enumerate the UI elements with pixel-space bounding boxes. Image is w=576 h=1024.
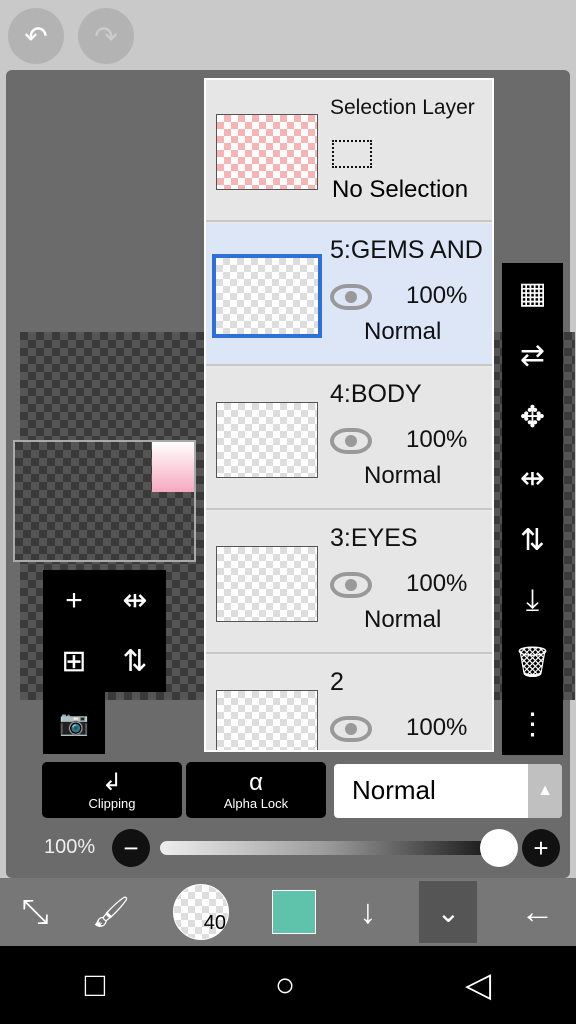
opacity-decrease-button[interactable]: −: [112, 829, 150, 867]
eye-icon[interactable]: [330, 572, 372, 598]
layer-row[interactable]: 2 100%: [206, 656, 492, 750]
layer-name: Selection Layer: [330, 96, 475, 119]
clipping-label: Clipping: [88, 795, 136, 811]
clipping-button[interactable]: ↲ Clipping: [42, 762, 182, 818]
brush-size-button[interactable]: 40: [173, 884, 230, 940]
flip-vertical-icon[interactable]: ⇅: [520, 523, 545, 558]
undo-icon: ↶: [24, 20, 48, 52]
right-toolbar: ▦ ⇄ ✥ ⇹ ⇅ ⤓ 🗑 ⋮: [502, 263, 563, 755]
layer-opacity: 100%: [406, 282, 468, 309]
undo-button[interactable]: ↶: [8, 8, 64, 64]
selection-status: No Selection: [332, 176, 469, 203]
clipping-icon: ↲: [101, 768, 123, 796]
layer-swap-icon[interactable]: ⇄: [520, 338, 545, 373]
canvas-preview[interactable]: [13, 440, 196, 562]
flip-horizontal-button[interactable]: ⇹: [105, 570, 166, 631]
transparent-checker-icon[interactable]: ▦: [518, 276, 546, 311]
alpha-lock-button[interactable]: α Alpha Lock: [186, 762, 326, 818]
layer-blend-mode: Normal: [364, 606, 442, 633]
more-vertical-icon[interactable]: ⋮: [518, 707, 548, 742]
android-nav-bar: □ ○ ◁: [0, 946, 576, 1024]
redo-icon: ↷: [94, 20, 118, 52]
add-layer-button[interactable]: +: [44, 570, 105, 631]
home-icon[interactable]: ○: [275, 966, 296, 1005]
lock-icon: α: [249, 768, 263, 796]
merge-down-icon[interactable]: ⤓: [526, 584, 539, 618]
collapse-icon[interactable]: ⌄: [419, 881, 478, 943]
layer-blend-mode: Normal: [364, 318, 442, 345]
arrow-down-icon[interactable]: ↓: [359, 893, 376, 932]
recent-apps-icon[interactable]: □: [85, 966, 106, 1005]
trash-icon[interactable]: 🗑: [513, 645, 551, 680]
layer-row[interactable]: 5:GEMS AND 100% Normal: [206, 224, 492, 366]
layer-name: 2: [330, 668, 344, 696]
opacity-slider[interactable]: [160, 841, 500, 855]
layer-actions: + ⇹ ⊞ ⇅: [43, 570, 166, 692]
blend-mode-value: Normal: [352, 775, 436, 805]
opacity-increase-button[interactable]: +: [522, 829, 560, 867]
layer-list[interactable]: Selection Layer No Selection 5:GEMS AND …: [204, 78, 494, 752]
dropdown-arrow-icon[interactable]: ▲: [528, 764, 562, 818]
layer-thumbnail: [216, 546, 318, 622]
layer-name: 3:EYES: [330, 524, 418, 552]
layer-row[interactable]: 4:BODY 100% Normal: [206, 368, 492, 510]
move-icon[interactable]: ✥: [520, 400, 545, 435]
layer-opacity: 100%: [406, 426, 468, 453]
camera-icon: 📷: [59, 709, 89, 737]
back-icon[interactable]: ◁: [465, 965, 491, 1005]
blend-mode-select[interactable]: Normal ▲: [334, 764, 562, 818]
selection-layer[interactable]: Selection Layer No Selection: [206, 80, 492, 222]
duplicate-layer-button[interactable]: ⊞: [44, 631, 105, 692]
preview-pink-area: [152, 442, 194, 492]
layer-name: 4:BODY: [330, 380, 422, 408]
brush-size-value: 40: [203, 912, 227, 934]
layer-thumbnail: [216, 114, 318, 190]
bottom-toolbar: ⤡ 🖌 40 ↓ ⌄ ←: [0, 878, 576, 946]
eye-icon[interactable]: [330, 428, 372, 454]
opacity-label: 100%: [44, 836, 96, 858]
brush-icon[interactable]: 🖌: [92, 895, 130, 930]
redo-button[interactable]: ↷: [78, 8, 134, 64]
layer-opacity: 100%: [406, 714, 468, 741]
layer-thumbnail: [216, 690, 318, 750]
flip-horizontal-icon[interactable]: ⇹: [520, 461, 545, 496]
layer-opacity: 100%: [406, 570, 468, 597]
layer-row[interactable]: 3:EYES 100% Normal: [206, 512, 492, 654]
eye-icon[interactable]: [330, 284, 372, 310]
selection-marquee-icon: [332, 140, 372, 168]
opacity-slider-thumb[interactable]: [480, 829, 518, 867]
tool-switch-icon[interactable]: ⤡: [22, 893, 49, 932]
layer-name: 5:GEMS AND: [330, 236, 483, 264]
camera-button[interactable]: 📷: [43, 692, 105, 754]
back-arrow-icon[interactable]: ←: [520, 893, 554, 932]
layer-thumbnail: [212, 254, 322, 338]
layer-thumbnail: [216, 402, 318, 478]
eye-icon[interactable]: [330, 716, 372, 742]
color-swatch[interactable]: [272, 890, 317, 934]
layer-blend-mode: Normal: [364, 462, 442, 489]
alpha-lock-label: Alpha Lock: [223, 795, 289, 811]
flip-vertical-button[interactable]: ⇅: [105, 631, 166, 692]
